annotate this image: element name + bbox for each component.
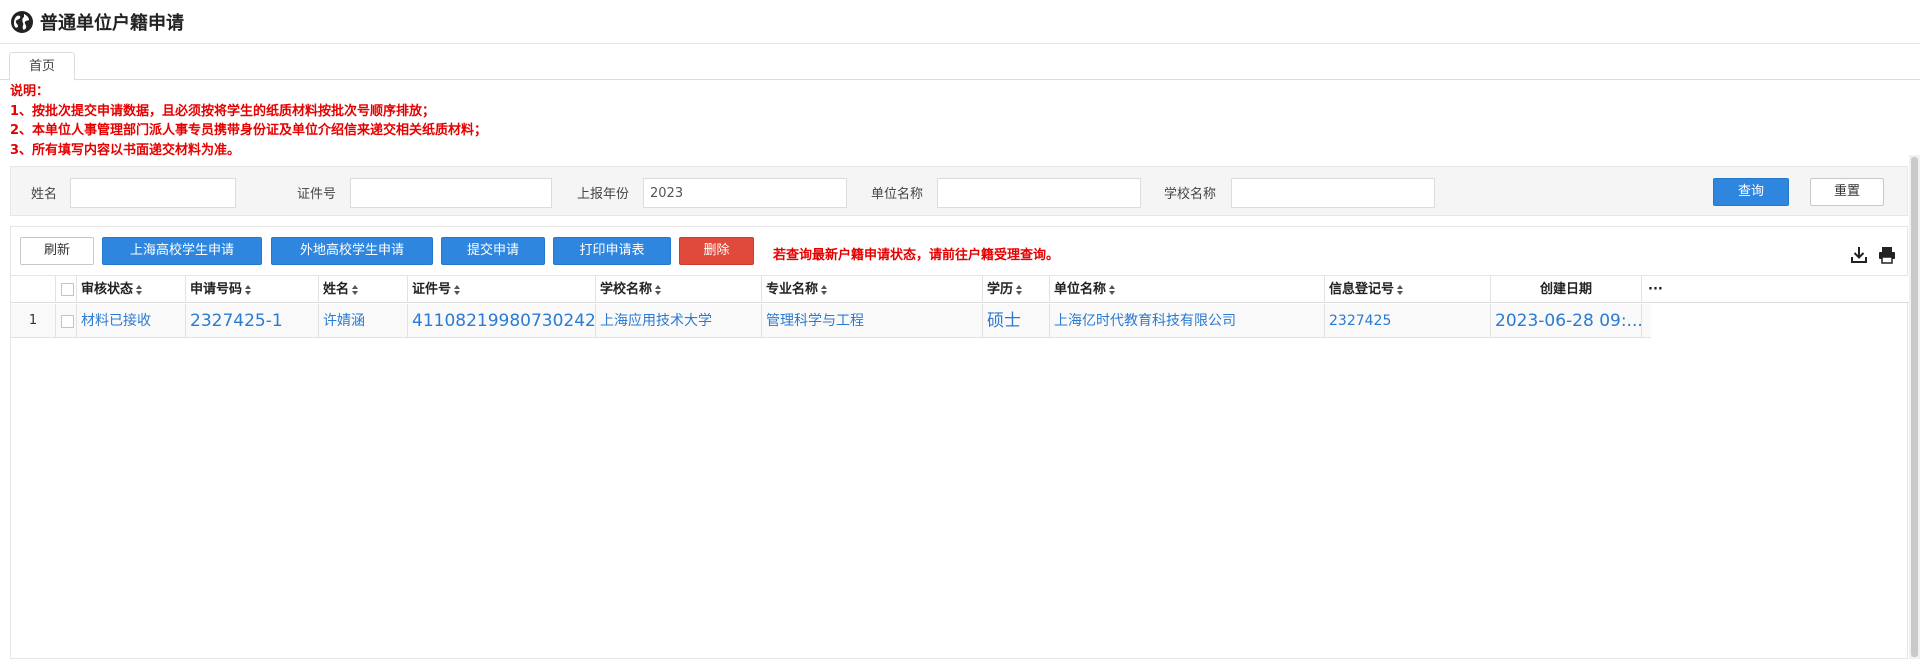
cell-major[interactable]: 管理科学与工程: [762, 304, 983, 338]
cell-created[interactable]: 2023-06-28 09:...: [1491, 304, 1642, 338]
sort-icon[interactable]: [821, 284, 828, 295]
cell-apply-no[interactable]: 2327425-1: [186, 304, 319, 338]
column-header-label: 学校名称: [600, 282, 653, 297]
column-header-label: 证件号: [412, 282, 452, 297]
header-checkbox-cell: [56, 276, 77, 303]
sort-icon[interactable]: [1016, 284, 1023, 295]
unit-name-input[interactable]: [937, 178, 1141, 208]
search-panel: 姓名 证件号 上报年份 单位名称 学校名称 查询 重置: [10, 166, 1908, 216]
query-button[interactable]: 查询: [1713, 178, 1789, 206]
column-header-degree[interactable]: 学历: [983, 276, 1050, 303]
school-name-label: 学校名称: [1164, 187, 1217, 202]
delete-button[interactable]: 删除: [679, 237, 754, 265]
cell-degree[interactable]: 硕士: [983, 304, 1050, 338]
sort-icon[interactable]: [352, 284, 359, 295]
cell-unit[interactable]: 上海亿时代教育科技有限公司: [1050, 304, 1325, 338]
submit-application-button[interactable]: 提交申请: [441, 237, 545, 265]
instructions-heading: 说明：: [10, 84, 50, 99]
unit-name-label: 单位名称: [871, 187, 924, 202]
column-header-label: 创建日期: [1539, 282, 1592, 297]
instructions-line: 3、所有填写内容以书面递交材料为准。: [10, 142, 241, 158]
cell-name[interactable]: 许婧涵: [319, 304, 408, 338]
column-header-major[interactable]: 专业名称: [762, 276, 983, 303]
row-index: 1: [11, 304, 56, 338]
header-index: [11, 276, 56, 303]
cell-status[interactable]: 材料已接收: [77, 304, 186, 338]
page-scrollbar[interactable]: [1909, 155, 1920, 659]
download-icon[interactable]: [1849, 245, 1869, 265]
title-bar: 普通单位户籍申请: [0, 0, 1920, 44]
instructions-line: 2、本单位人事管理部门派人事专员携带身份证及单位介绍信来递交相关纸质材料；: [10, 123, 488, 138]
column-header-label: 单位名称: [1054, 282, 1107, 297]
row-checkbox-cell: [56, 304, 77, 338]
report-year-input[interactable]: [643, 178, 847, 208]
shanghai-student-apply-button[interactable]: 上海高校学生申请: [102, 237, 262, 265]
sort-icon[interactable]: [136, 284, 143, 295]
instructions: 说明： 1、按批次提交申请数据，且必须按将学生的纸质材料按批次号顺序排放； 2、…: [10, 82, 487, 160]
column-options-icon[interactable]: ···: [1642, 276, 1682, 303]
id-number-label: 证件号: [297, 187, 337, 202]
action-toolbar: 刷新 上海高校学生申请 外地高校学生申请 提交申请 打印申请表 删除 若查询最新…: [10, 226, 1908, 276]
name-input[interactable]: [70, 178, 236, 208]
instructions-line: 1、按批次提交申请数据，且必须按将学生的纸质材料按批次号顺序排放；: [10, 103, 436, 119]
other-student-apply-button[interactable]: 外地高校学生申请: [271, 237, 433, 265]
table-row[interactable]: 1 材料已接收 2327425-1 许婧涵 411082199807302425…: [11, 304, 1651, 338]
globe-icon: [11, 10, 33, 33]
sort-icon[interactable]: [245, 284, 252, 295]
cell-id-no[interactable]: 411082199807302425: [408, 304, 596, 338]
column-header-label: 学历: [987, 282, 1014, 297]
column-header-created[interactable]: 创建日期: [1491, 276, 1642, 303]
id-number-input[interactable]: [350, 178, 552, 208]
school-name-input[interactable]: [1231, 178, 1435, 208]
scrollbar-thumb[interactable]: [1911, 157, 1918, 657]
column-header-label: 审核状态: [81, 282, 134, 297]
column-header-label: 专业名称: [766, 282, 819, 297]
table-header: 审核状态 申请号码 姓名 证件号 学校名称 专业名称 学历 单位名称 信息登记号…: [11, 276, 1909, 303]
cell-reg-no[interactable]: 2327425: [1325, 304, 1491, 338]
sort-icon[interactable]: [1397, 284, 1404, 295]
column-header-name[interactable]: 姓名: [319, 276, 408, 303]
query-tip: 若查询最新户籍申请状态，请前往户籍受理查询。: [773, 248, 1060, 263]
column-header-label: 姓名: [323, 282, 350, 297]
report-year-label: 上报年份: [577, 187, 630, 202]
sort-icon[interactable]: [655, 284, 662, 295]
tab-home[interactable]: 首页: [9, 52, 75, 81]
refresh-button[interactable]: 刷新: [20, 237, 94, 265]
row-checkbox[interactable]: [61, 314, 74, 328]
tab-bar: 首页: [0, 52, 1920, 81]
name-label: 姓名: [31, 187, 58, 202]
column-header-school[interactable]: 学校名称: [596, 276, 762, 303]
column-header-reg-no[interactable]: 信息登记号: [1325, 276, 1491, 303]
cell-school[interactable]: 上海应用技术大学: [596, 304, 762, 338]
print-application-button[interactable]: 打印申请表: [553, 237, 671, 265]
sort-icon[interactable]: [1109, 284, 1116, 295]
reset-button[interactable]: 重置: [1810, 178, 1884, 206]
page-title: 普通单位户籍申请: [40, 12, 184, 34]
column-header-id-no[interactable]: 证件号: [408, 276, 596, 303]
print-icon[interactable]: [1877, 245, 1897, 265]
column-header-label: 申请号码: [190, 282, 243, 297]
column-header-label: 信息登记号: [1329, 282, 1395, 297]
sort-icon[interactable]: [454, 284, 461, 295]
data-grid: 审核状态 申请号码 姓名 证件号 学校名称 专业名称 学历 单位名称 信息登记号…: [10, 275, 1909, 659]
select-all-checkbox[interactable]: [61, 283, 74, 296]
column-header-status[interactable]: 审核状态: [77, 276, 186, 303]
column-header-unit[interactable]: 单位名称: [1050, 276, 1325, 303]
column-header-apply-no[interactable]: 申请号码: [186, 276, 319, 303]
